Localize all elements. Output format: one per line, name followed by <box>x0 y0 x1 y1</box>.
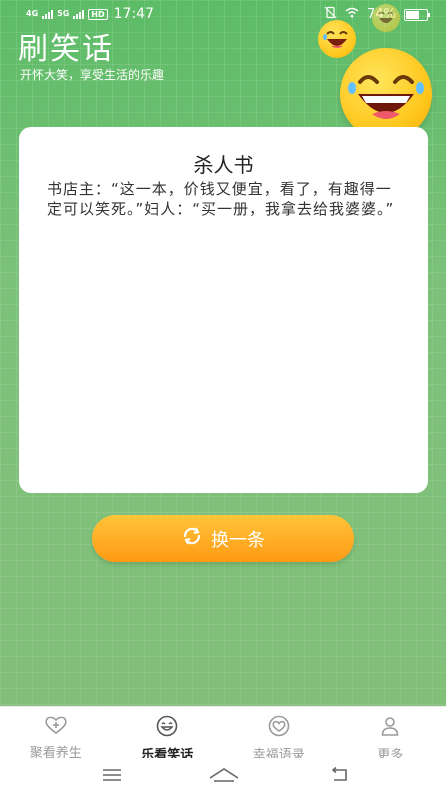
heart-circle-icon <box>267 715 291 741</box>
back-icon[interactable] <box>328 766 352 788</box>
battery-level-fill <box>406 10 420 19</box>
tab-health[interactable]: 聚看养生 <box>0 707 112 761</box>
laughing-face-icon <box>155 715 179 741</box>
tab-quotes[interactable]: 幸福语录 <box>223 707 335 763</box>
menu-icon[interactable] <box>100 766 124 788</box>
joke-title: 杀人书 <box>193 153 254 177</box>
next-joke-label: 换一条 <box>211 529 265 551</box>
user-icon <box>378 715 402 741</box>
battery-icon <box>404 8 430 21</box>
page-subtitle: 开怀大笑，享受生活的乐趣 <box>20 68 165 82</box>
joke-content: 书店主：“这一本，价钱又便宜，看了，有趣得一定可以笑死。”妇人：“买一册，我拿去… <box>47 180 395 218</box>
refresh-icon <box>181 525 203 552</box>
bottom-tab-bar: 聚看养生 乐看笑话 幸福语录 更多 <box>0 706 446 763</box>
signal-1-icon <box>42 9 54 19</box>
hd-badge: HD <box>88 8 108 20</box>
system-nav-bar <box>0 758 446 796</box>
signal-1-label: 4G <box>26 9 39 18</box>
tab-more[interactable]: 更多 <box>335 707 446 763</box>
status-time: 17:47 <box>113 6 154 22</box>
signal-2-label: 5G <box>57 9 70 18</box>
joke-card: 杀人书 书店主：“这一本，价钱又便宜，看了，有趣得一定可以笑死。”妇人：“买一册… <box>19 127 428 493</box>
laughing-emoji-icon <box>372 4 400 32</box>
tab-jokes[interactable]: 乐看笑话 <box>112 707 224 763</box>
signal-2-icon <box>73 9 85 19</box>
home-icon[interactable] <box>208 766 240 788</box>
next-joke-button[interactable]: 换一条 <box>92 515 354 562</box>
page-title: 刷笑话 <box>18 32 114 67</box>
heart-plus-icon <box>44 715 68 739</box>
